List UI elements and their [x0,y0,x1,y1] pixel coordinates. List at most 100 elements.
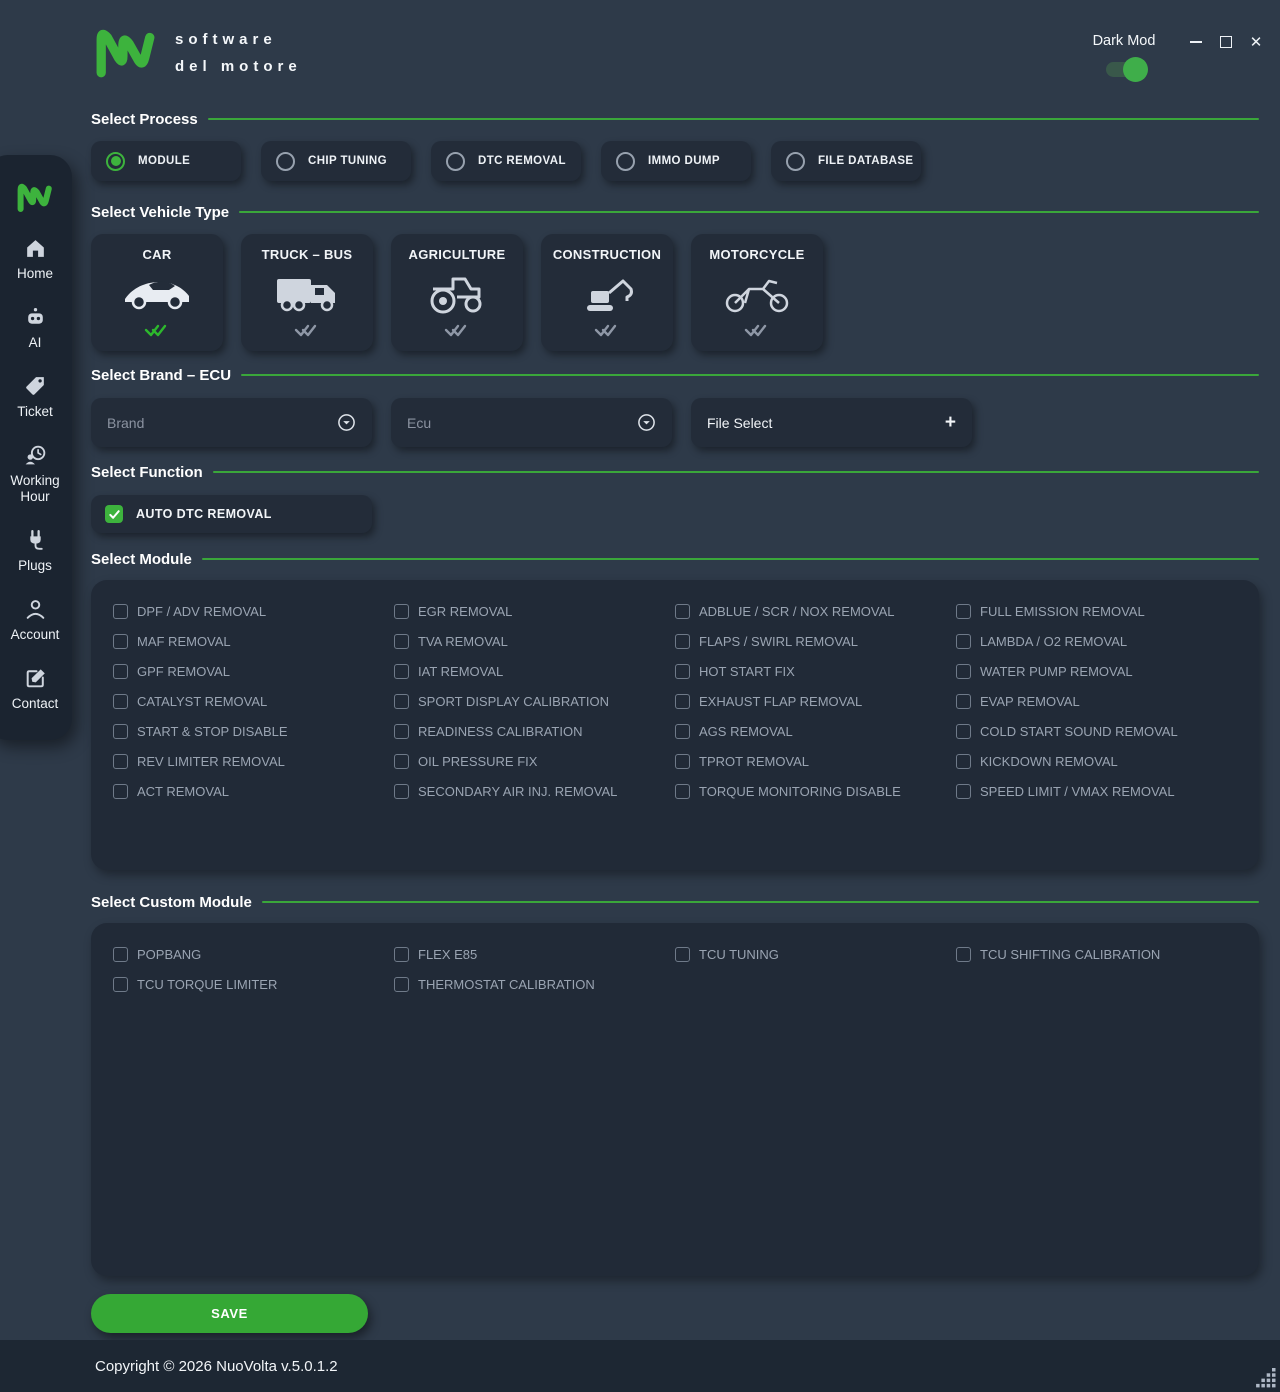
process-option-chip-tuning[interactable]: CHIP TUNING [261,141,411,181]
checkbox-icon [113,784,128,799]
checkbox-item[interactable]: FULL EMISSION REMOVAL [956,596,1237,626]
checkbox-item[interactable]: LAMBDA / O2 REMOVAL [956,626,1237,656]
checkbox-item[interactable]: REV LIMITER REMOVAL [113,746,394,776]
vehicle-card-construction[interactable]: CONSTRUCTION [541,234,673,351]
truck-icon [269,262,345,323]
checkbox-item[interactable]: WATER PUMP REMOVAL [956,656,1237,686]
checkbox-icon [675,694,690,709]
checkbox-label: HOT START FIX [699,664,795,679]
minimize-button[interactable] [1188,34,1204,50]
checkbox-icon [956,604,971,619]
checkbox-icon [675,754,690,769]
process-options: MODULE CHIP TUNING DTC REMOVAL IMMO DUMP… [91,141,1259,181]
checkbox-icon [113,604,128,619]
vehicle-card-car[interactable]: CAR [91,234,223,351]
function-option-label: AUTO DTC REMOVAL [136,507,272,521]
process-option-dtc-removal[interactable]: DTC REMOVAL [431,141,581,181]
checkbox-label: OIL PRESSURE FIX [418,754,537,769]
sidebar-item-plugs[interactable]: Plugs [0,528,70,574]
checkbox-item[interactable]: COLD START SOUND REMOVAL [956,716,1237,746]
checkbox-item[interactable]: POPBANG [113,939,394,969]
checkbox-item[interactable]: TVA REMOVAL [394,626,675,656]
checkbox-item[interactable]: TORQUE MONITORING DISABLE [675,776,956,806]
heading-rule [202,558,1259,560]
checkbox-item[interactable]: EGR REMOVAL [394,596,675,626]
process-option-immo-dump[interactable]: IMMO DUMP [601,141,751,181]
checkbox-item[interactable]: ADBLUE / SCR / NOX REMOVAL [675,596,956,626]
sidebar-item-working-hour[interactable]: Working Hour [0,443,70,505]
tag-icon [23,374,48,399]
close-button[interactable]: ✕ [1248,34,1264,50]
checkbox-item[interactable]: HOT START FIX [675,656,956,686]
sidebar-item-home[interactable]: Home [0,236,70,282]
ecu-select[interactable]: Ecu [391,398,672,447]
checkbox-item[interactable]: AGS REMOVAL [675,716,956,746]
checkbox-item[interactable]: CATALYST REMOVAL [113,686,394,716]
checkbox-item[interactable]: MAF REMOVAL [113,626,394,656]
checkbox-item[interactable]: TPROT REMOVAL [675,746,956,776]
process-option-module[interactable]: MODULE [91,141,241,181]
checkbox-label: GPF REMOVAL [137,664,230,679]
checkbox-item[interactable]: DPF / ADV REMOVAL [113,596,394,626]
module-grid: DPF / ADV REMOVAL EGR REMOVAL ADBLUE / S… [113,596,1237,806]
checkbox-item[interactable]: READINESS CALIBRATION [394,716,675,746]
checkbox-item[interactable]: SPEED LIMIT / VMAX REMOVAL [956,776,1237,806]
checkbox-label: TVA REMOVAL [418,634,508,649]
circle-chevron-down-icon [337,413,356,432]
checkbox-label: EVAP REMOVAL [980,694,1080,709]
sidebar-item-account[interactable]: Account [0,597,70,643]
checkbox-item[interactable]: SPORT DISPLAY CALIBRATION [394,686,675,716]
vehicle-card-motorcycle[interactable]: MOTORCYCLE [691,234,823,351]
save-button[interactable]: SAVE [91,1294,368,1333]
brand-select[interactable]: Brand [91,398,372,447]
checkbox-icon [675,724,690,739]
vehicle-card-agriculture[interactable]: AGRICULTURE [391,234,523,351]
pen-square-icon [23,666,48,691]
checkbox-icon [675,604,690,619]
checkbox-item[interactable]: KICKDOWN REMOVAL [956,746,1237,776]
dark-mode-label: Dark Mod [1086,33,1162,49]
checkbox-item[interactable]: THERMOSTAT CALIBRATION [394,969,675,999]
sidebar-item-contact[interactable]: Contact [0,666,70,712]
checkbox-icon [675,947,690,962]
checkbox-item[interactable]: GPF REMOVAL [113,656,394,686]
section-heading-text: Select Function [91,464,203,481]
sidebar-item-ticket[interactable]: Ticket [0,374,70,420]
vehicle-card-title: AGRICULTURE [409,247,506,262]
checkbox-label: WATER PUMP REMOVAL [980,664,1133,679]
checkbox-item[interactable]: FLEX E85 [394,939,675,969]
brand-line1: software [175,26,302,53]
checkbox-item[interactable]: TCU TORQUE LIMITER [113,969,394,999]
file-select-button[interactable]: File Select + [691,398,972,447]
checkbox-icon [956,754,971,769]
brand-line2: del motore [175,53,302,80]
vehicle-card-title: MOTORCYCLE [709,247,804,262]
checkbox-item[interactable]: START & STOP DISABLE [113,716,394,746]
checkbox-icon [394,724,409,739]
checkbox-item[interactable]: OIL PRESSURE FIX [394,746,675,776]
checkbox-label: START & STOP DISABLE [137,724,288,739]
dark-mode-toggle[interactable] [1106,62,1142,77]
checked-checkbox-icon [105,505,123,523]
checkbox-item[interactable]: EXHAUST FLAP REMOVAL [675,686,956,716]
auto-dtc-removal-checkbox[interactable]: AUTO DTC REMOVAL [91,495,372,533]
checkbox-item[interactable]: TCU SHIFTING CALIBRATION [956,939,1237,969]
maximize-button[interactable] [1218,34,1234,50]
process-option-file-database[interactable]: FILE DATABASE [771,141,921,181]
checkbox-label: EGR REMOVAL [418,604,512,619]
double-check-icon [744,323,770,342]
excavator-icon [569,262,645,323]
checkbox-item[interactable]: FLAPS / SWIRL REMOVAL [675,626,956,656]
checkbox-label: READINESS CALIBRATION [418,724,582,739]
sidebar-item-ai[interactable]: AI [0,305,70,351]
checkbox-item[interactable]: TCU TUNING [675,939,956,969]
checkbox-icon [956,724,971,739]
vehicle-card-truck-bus[interactable]: TRUCK – BUS [241,234,373,351]
checkbox-icon [113,634,128,649]
checkbox-item[interactable]: ACT REMOVAL [113,776,394,806]
checkbox-item[interactable]: IAT REMOVAL [394,656,675,686]
checkbox-item[interactable]: EVAP REMOVAL [956,686,1237,716]
checkbox-item[interactable]: SECONDARY AIR INJ. REMOVAL [394,776,675,806]
checkbox-label: SECONDARY AIR INJ. REMOVAL [418,784,617,799]
resize-grip[interactable] [1255,1367,1277,1389]
